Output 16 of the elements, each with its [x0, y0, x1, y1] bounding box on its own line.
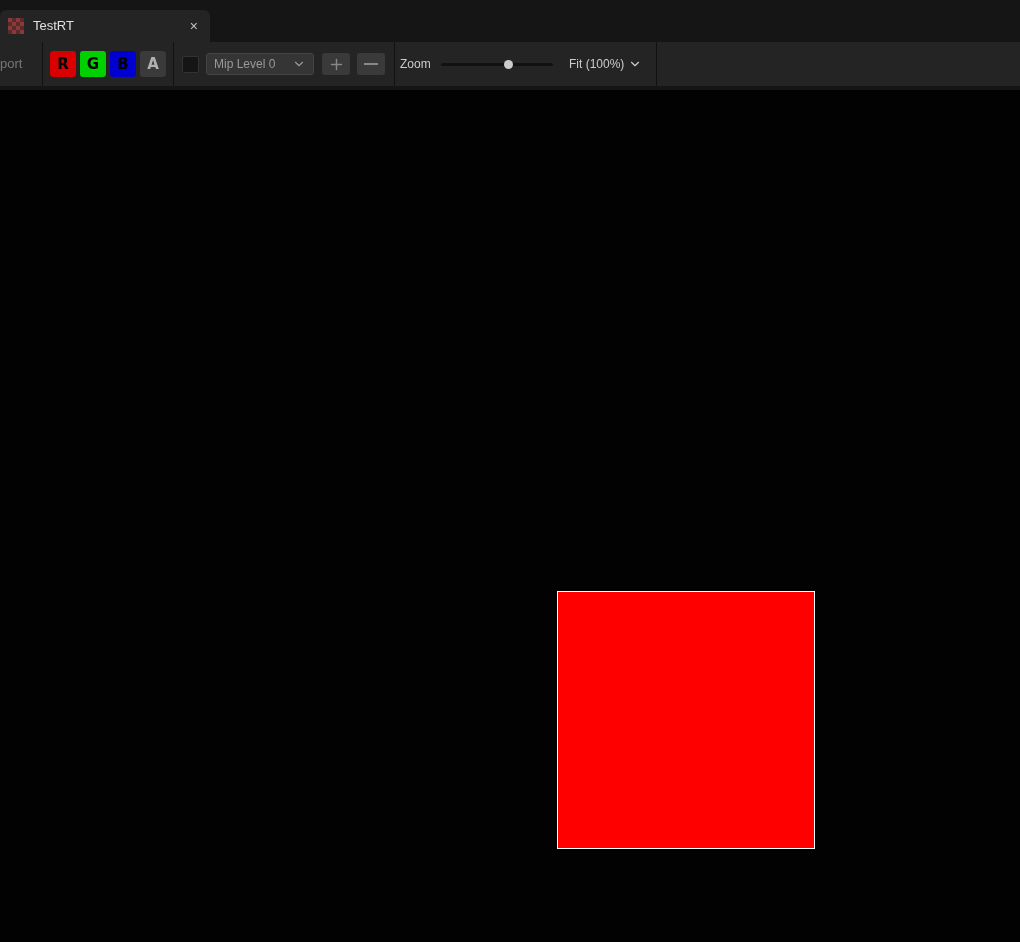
texture-icon — [8, 18, 24, 34]
zoom-fit-dropdown[interactable]: Fit (100%) — [569, 55, 643, 73]
plus-button[interactable] — [322, 53, 350, 75]
minus-button[interactable] — [357, 53, 385, 75]
document-tab[interactable]: TestRT × — [0, 10, 210, 42]
channel-toggle[interactable]: A — [140, 51, 166, 77]
tab-title: TestRT — [33, 17, 75, 36]
channel-toggle[interactable]: G — [80, 51, 106, 77]
zoom-slider[interactable] — [441, 59, 553, 69]
mip-dropdown[interactable]: Mip Level 0 — [206, 53, 314, 75]
checkbox[interactable] — [182, 55, 199, 73]
toolbar-label: port — [0, 55, 24, 74]
channel-toggle[interactable]: R — [50, 51, 76, 77]
close-button[interactable]: × — [189, 19, 198, 33]
minus-icon — [364, 63, 378, 65]
zoom-label: Zoom — [400, 56, 432, 73]
